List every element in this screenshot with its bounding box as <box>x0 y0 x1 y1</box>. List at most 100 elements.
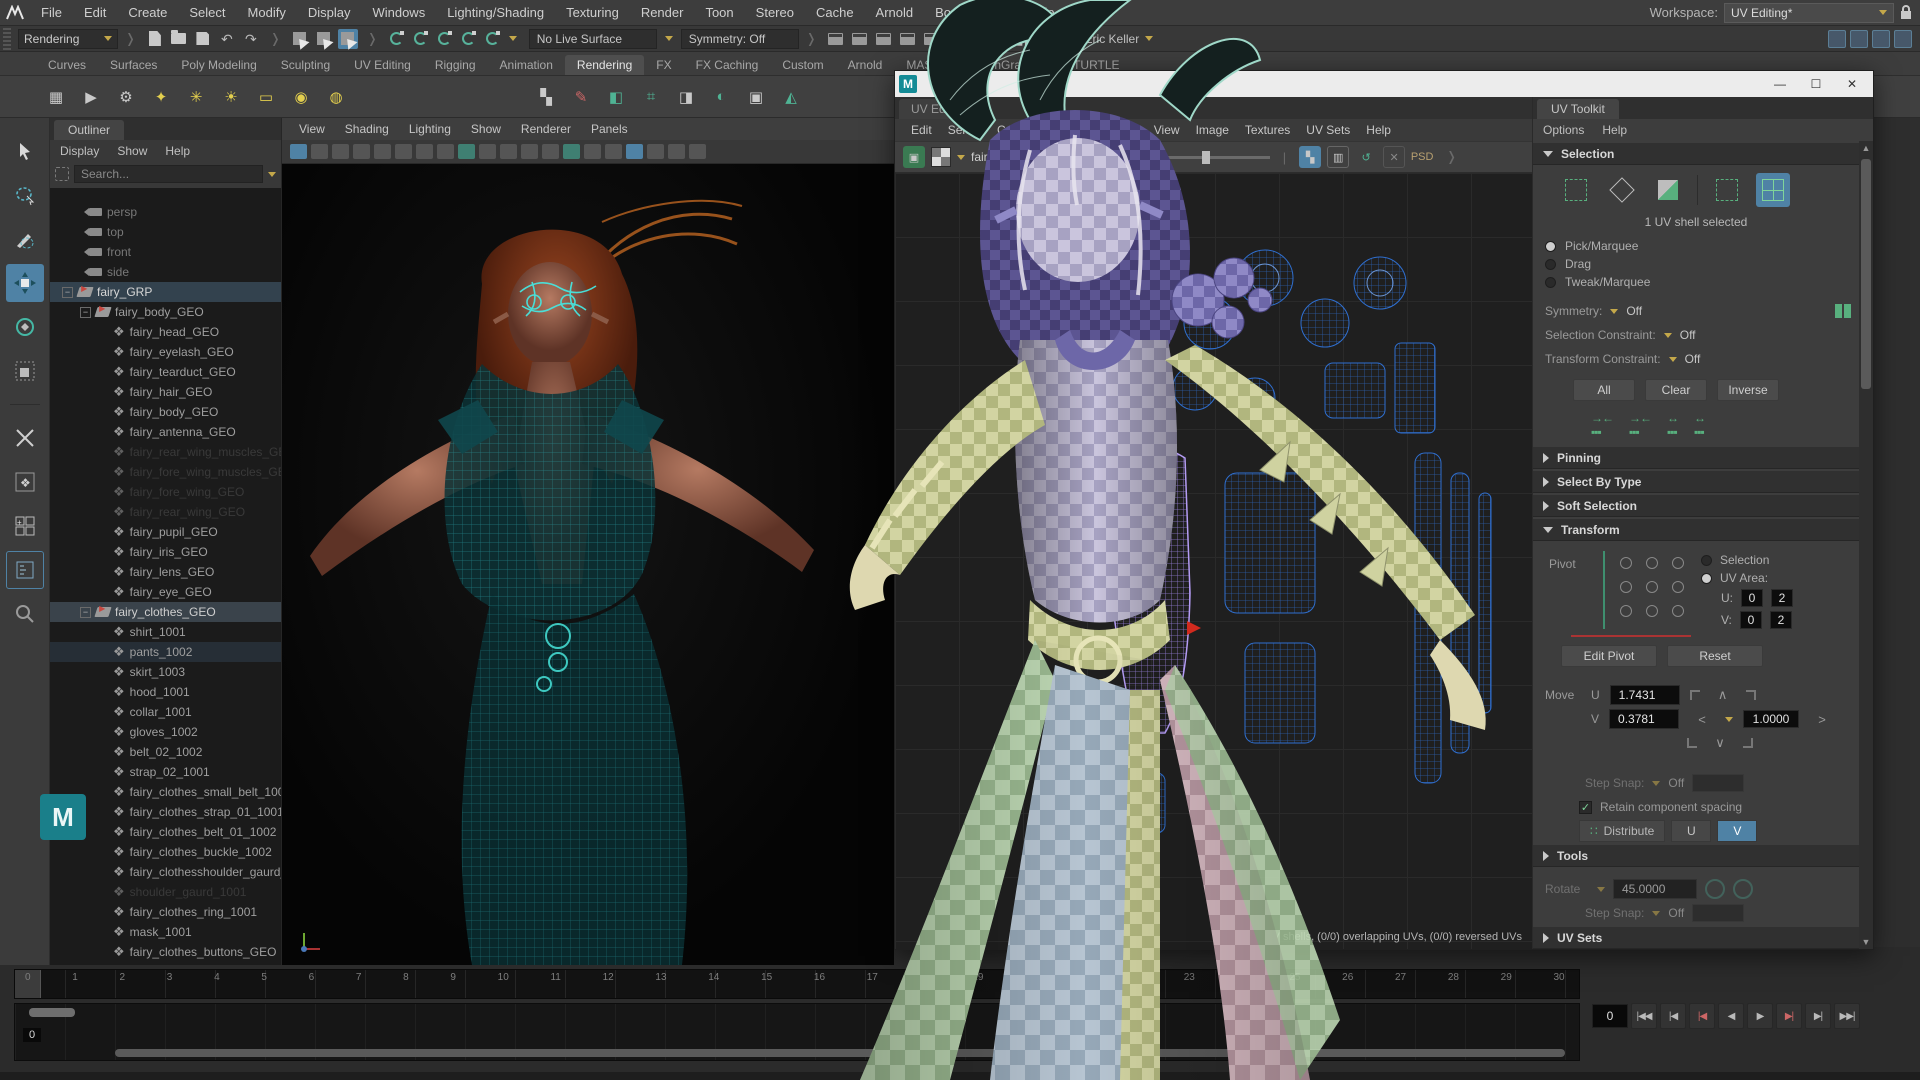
pivot-radio[interactable] <box>1620 581 1632 593</box>
image-display-icon[interactable]: ▣ <box>903 146 925 168</box>
collapsed-section-header[interactable]: Pinning <box>1533 447 1859 469</box>
select-hierarchy-button[interactable] <box>290 29 310 49</box>
viewport-toolbar-icon[interactable] <box>395 144 412 159</box>
distribute-u-button[interactable]: U <box>1671 820 1711 842</box>
menu-item[interactable]: Cache <box>805 0 865 26</box>
shade-shells-icon[interactable]: ▥ <box>1327 146 1349 168</box>
range-handle[interactable] <box>29 1008 75 1017</box>
selection-mode-radio[interactable]: Pick/Marquee <box>1533 237 1859 255</box>
step-snap-value[interactable]: Off <box>1668 776 1684 790</box>
checker-texture-swatch[interactable] <box>931 147 951 167</box>
outliner-row[interactable]: fairy_eye_GEO <box>50 582 281 602</box>
step-back-key-button[interactable]: |◀ <box>1689 1003 1715 1029</box>
distortion-display-icon[interactable]: ↺ <box>1355 146 1377 168</box>
select-shell-icon[interactable] <box>1710 173 1744 207</box>
pivot-radio[interactable] <box>1646 557 1658 569</box>
add-divisions-button[interactable]: + <box>6 507 44 545</box>
directional-light-icon[interactable]: ☀ <box>215 81 247 113</box>
current-frame-field[interactable]: 0 <box>1592 1004 1628 1028</box>
close-button[interactable]: ✕ <box>1835 73 1869 95</box>
collapsed-section-header[interactable]: Soft Selection <box>1533 495 1859 517</box>
transform-constraint-value[interactable]: Off <box>1685 352 1701 366</box>
pivot-selection-radio[interactable] <box>1701 555 1712 566</box>
viewport-menu-item[interactable]: Renderer <box>512 122 580 136</box>
outliner-row[interactable]: fairy_hair_GEO <box>50 382 281 402</box>
menu-set-select[interactable]: Rendering <box>18 29 118 49</box>
rotate-ccw-icon[interactable] <box>1705 879 1725 899</box>
open-scene-button[interactable] <box>169 29 189 49</box>
shelf-tab[interactable]: Rendering <box>565 55 644 75</box>
save-scene-button[interactable] <box>193 29 213 49</box>
paint-select-tool-button[interactable] <box>6 220 44 258</box>
viewport-toolbar-icon[interactable] <box>458 144 475 159</box>
outliner-row[interactable]: fairy_clothes_ring_1001 <box>50 902 281 922</box>
pause-viewport-button[interactable]: ▮▮ <box>1014 29 1034 49</box>
menu-item[interactable]: Modify <box>237 0 297 26</box>
pivot-radio[interactable] <box>1646 605 1658 617</box>
selection-section-header[interactable]: Selection <box>1533 143 1859 165</box>
viewport-toolbar-icon[interactable] <box>374 144 391 159</box>
expander-icon[interactable]: − <box>80 307 91 318</box>
viewport-toolbar-icon[interactable] <box>584 144 601 159</box>
outliner-row[interactable]: skirt_1003 <box>50 662 281 682</box>
range-slider[interactable]: 0 <box>14 1003 1580 1061</box>
symmetry-field[interactable]: Symmetry: Off <box>681 29 799 49</box>
account-button[interactable] <box>1063 29 1083 49</box>
bake-icon[interactable]: ▣ <box>740 81 772 113</box>
camera-icon[interactable]: ◨ <box>670 81 702 113</box>
hypershade-icon[interactable]: ◧ <box>600 81 632 113</box>
chevron-down-icon[interactable] <box>1652 911 1660 916</box>
viewport-toolbar-icon[interactable] <box>353 144 370 159</box>
paint-effects-icon[interactable]: ✎ <box>565 81 597 113</box>
grow-loop-icon[interactable]: ↔▪▪▪ <box>1667 411 1678 439</box>
step-snap-value[interactable]: Off <box>1668 906 1684 920</box>
viewport-toolbar-icon[interactable] <box>332 144 349 159</box>
step-forward-key-button[interactable]: ▶| <box>1776 1003 1802 1029</box>
section-divider[interactable]: ❭ <box>806 31 817 47</box>
chevron-down-icon[interactable] <box>268 172 276 177</box>
chevron-down-icon[interactable] <box>665 36 673 41</box>
viewport-menu-item[interactable]: Show <box>462 122 510 136</box>
chevron-down-icon[interactable] <box>509 36 517 41</box>
uv-editor-menu-item[interactable]: Edit <box>903 123 940 137</box>
rotate-value-field[interactable]: 45.0000 <box>1613 879 1697 899</box>
image-ratio-icon[interactable]: ▰ <box>1132 146 1154 168</box>
viewport-toolbar-icon[interactable] <box>626 144 643 159</box>
shrink-loop-icon[interactable]: →←▪▪▪ <box>1629 411 1651 439</box>
chevron-down-icon[interactable] <box>1145 36 1153 41</box>
transform-section-header[interactable]: Transform <box>1533 519 1859 541</box>
channel-box-toggle-icon[interactable] <box>1872 30 1890 48</box>
snap-to-curve-button[interactable] <box>411 29 431 49</box>
chevron-down-icon[interactable] <box>1652 781 1660 786</box>
menu-item[interactable]: Render <box>630 0 695 26</box>
outliner-menu-item[interactable]: Show <box>117 144 147 158</box>
uv-snapshot-icon[interactable]: ⌗ <box>635 81 667 113</box>
uv-toolkit-tab[interactable]: UV Toolkit <box>1537 99 1619 119</box>
selection-mode-radio[interactable]: Drag <box>1533 255 1859 273</box>
filter-icon[interactable] <box>55 167 69 181</box>
outliner-row[interactable]: side <box>50 262 281 282</box>
pivot-radio[interactable] <box>1620 557 1632 569</box>
minimize-button[interactable]: — <box>1763 73 1797 95</box>
symmetry-value[interactable]: Off <box>1626 304 1642 318</box>
undo-button[interactable]: ↶ <box>217 29 237 49</box>
menu-item[interactable]: Arnold <box>865 0 925 26</box>
outliner-row[interactable]: fairy_body_GEO <box>50 402 281 422</box>
selection-action-button[interactable]: All <box>1573 379 1635 401</box>
uv-editor-menu-item[interactable]: Modify <box>1050 123 1101 137</box>
outliner-menu-item[interactable]: Display <box>60 144 99 158</box>
shrink-selection-icon[interactable]: →←▪▪▪ <box>1591 411 1613 439</box>
move-up-right-icon[interactable] <box>1746 690 1756 700</box>
snap-to-view-plane-button[interactable] <box>483 29 503 49</box>
shading-ball-gray-icon[interactable] <box>495 81 527 113</box>
viewport-toolbar-icon[interactable] <box>437 144 454 159</box>
render-settings-button[interactable] <box>874 29 894 49</box>
distribute-button[interactable]: ∷Distribute <box>1579 820 1665 842</box>
attribute-editor-toggle-icon[interactable] <box>1828 30 1846 48</box>
ipr-render-icon[interactable]: ▶ <box>75 81 107 113</box>
shelf-tab[interactable]: Rigging <box>423 55 488 75</box>
uv-toolkit-menu-item[interactable]: Help <box>1602 123 1627 137</box>
select-face-icon[interactable] <box>1651 173 1685 207</box>
move-tool-button[interactable] <box>6 264 44 302</box>
uv-editor-menu-item[interactable]: UV Sets <box>1298 123 1358 137</box>
